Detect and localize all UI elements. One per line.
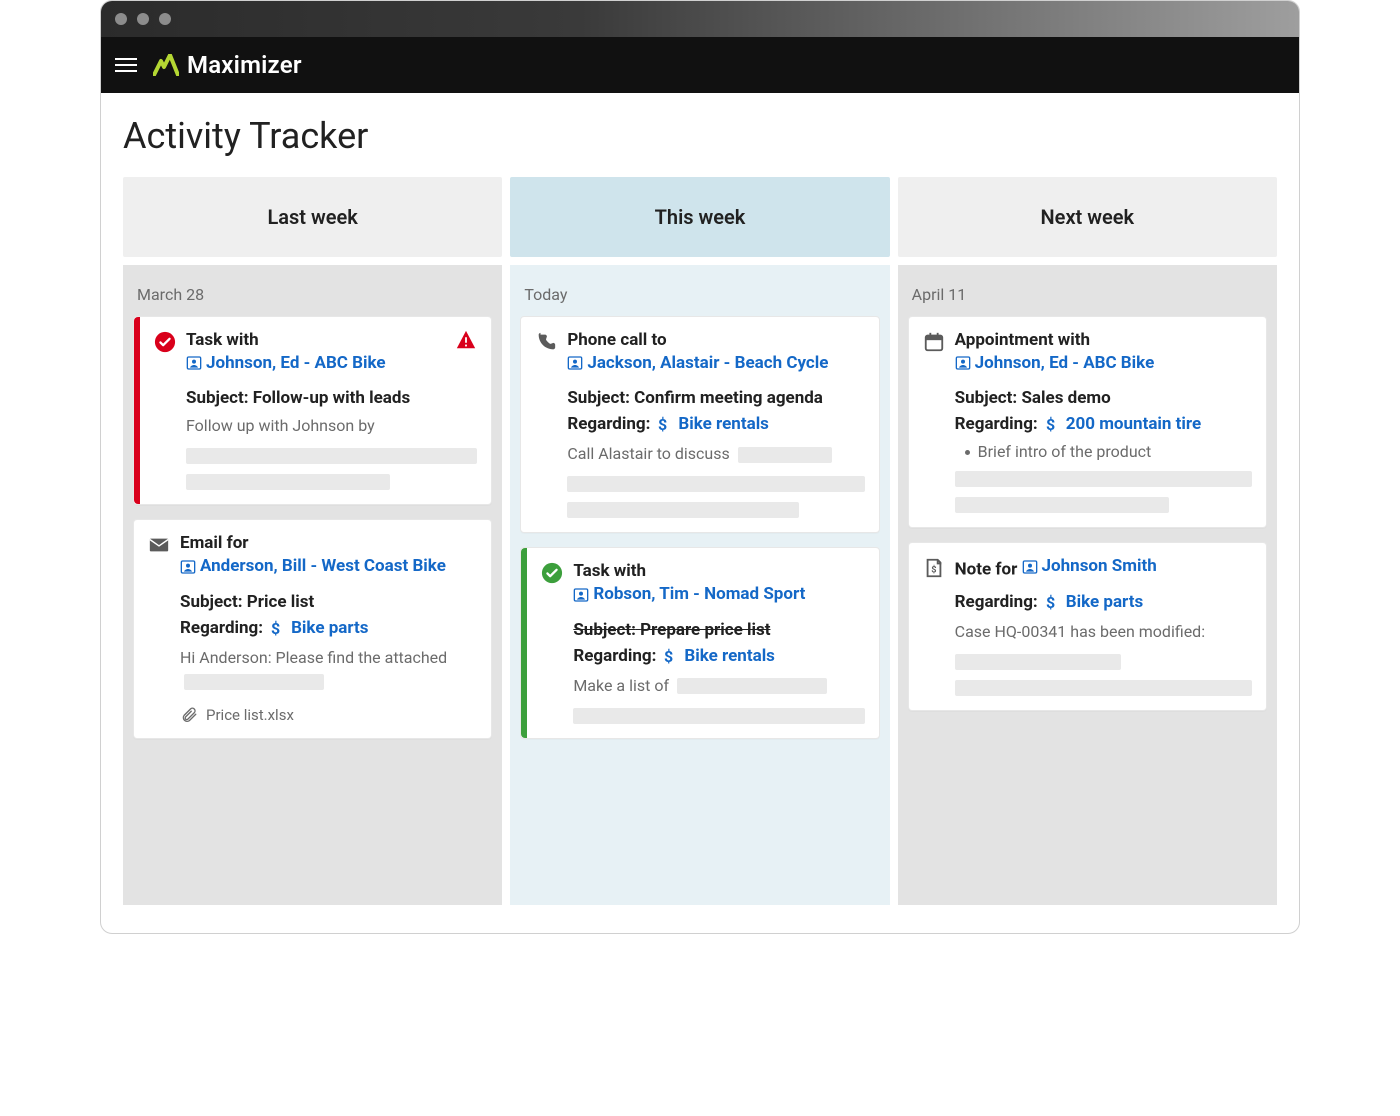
redacted-placeholder	[677, 678, 827, 694]
card-regarding: Regarding: $ Bike parts	[955, 592, 1252, 612]
dollar-icon: $	[1044, 415, 1060, 433]
redacted-lines	[955, 471, 1252, 513]
card-prefix: Phone call to	[567, 330, 666, 350]
card-bullet: Brief intro of the product	[965, 442, 1252, 461]
svg-text:$: $	[1046, 415, 1055, 433]
card-regarding: Regarding: $ Bike rentals	[567, 414, 864, 434]
column-date: March 28	[133, 275, 492, 316]
redacted-lines	[186, 448, 477, 490]
page-body: Activity Tracker Last week This week Nex…	[101, 93, 1299, 933]
calendar-icon	[923, 331, 945, 353]
regarding-link[interactable]: Bike parts	[291, 618, 368, 638]
column-header-last-week[interactable]: Last week	[123, 177, 502, 257]
column-header-next-week[interactable]: Next week	[898, 177, 1277, 257]
attachment-name: Price list.xlsx	[206, 706, 294, 724]
column-this-week: Today Phone call to Jackson, Alastair - …	[510, 265, 889, 905]
regarding-link[interactable]: Bike rentals	[684, 646, 775, 666]
app-window: Maximizer Activity Tracker Last week Thi…	[100, 0, 1300, 934]
card-prefix: Note for	[955, 560, 1018, 580]
card-title: Appointment with Johnson, Ed - ABC Bike	[955, 329, 1252, 378]
column-date: April 11	[908, 275, 1267, 316]
dollar-icon: $	[656, 415, 672, 433]
regarding-link[interactable]: Bike parts	[1066, 592, 1143, 612]
card-prefix: Email for	[180, 533, 249, 553]
window-control-close[interactable]	[115, 13, 127, 25]
page-title: Activity Tracker	[123, 115, 1277, 157]
paperclip-icon	[180, 706, 198, 724]
svg-text:$: $	[658, 415, 667, 433]
redacted-placeholder	[738, 447, 832, 463]
redacted-lines	[955, 654, 1252, 696]
card-prefix: Task with	[186, 330, 259, 350]
contact-link[interactable]: Johnson Smith	[1022, 555, 1157, 578]
phone-icon	[535, 331, 557, 353]
svg-text:$: $	[1046, 593, 1055, 611]
dollar-icon: $	[1044, 593, 1060, 611]
column-header-this-week[interactable]: This week	[510, 177, 889, 257]
card-title: Task with Robson, Tim - Nomad Sport	[573, 560, 864, 609]
column-last-week: March 28 Task with Johnson, Ed - ABC Bik…	[123, 265, 502, 905]
task-complete-icon	[541, 562, 563, 584]
card-body-text: Hi Anderson: Please find the attached	[180, 646, 477, 694]
column-date: Today	[520, 275, 879, 316]
svg-text:$: $	[664, 647, 673, 665]
card-regarding: Regarding: $ 200 mountain tire	[955, 414, 1252, 434]
card-accent	[134, 317, 140, 504]
regarding-link[interactable]: 200 mountain tire	[1066, 414, 1201, 434]
card-body-text: Call Alastair to discuss	[567, 442, 864, 466]
contact-link[interactable]: Johnson, Ed - ABC Bike	[186, 352, 386, 375]
card-accent	[521, 548, 527, 737]
redacted-lines	[567, 476, 864, 518]
card-subject: Subject: Price list	[180, 592, 477, 612]
card-prefix: Task with	[573, 561, 646, 581]
regarding-link[interactable]: Bike rentals	[678, 414, 769, 434]
activity-card[interactable]: Task with Johnson, Ed - ABC Bike Subject…	[133, 316, 492, 505]
columns-container: March 28 Task with Johnson, Ed - ABC Bik…	[123, 265, 1277, 905]
redacted-lines	[573, 708, 864, 724]
card-body-text: Follow up with Johnson by	[186, 414, 477, 438]
window-control-minimize[interactable]	[137, 13, 149, 25]
card-body-text: Case HQ-00341 has been modified:	[955, 620, 1252, 644]
task-complete-icon	[154, 331, 176, 353]
contact-link[interactable]: Robson, Tim - Nomad Sport	[573, 583, 805, 606]
card-subject: Subject: Prepare price list	[573, 620, 864, 640]
column-next-week: April 11 Appointment with Johnson, Ed - …	[898, 265, 1277, 905]
column-headers-row: Last week This week Next week	[123, 177, 1277, 257]
contact-link[interactable]: Johnson, Ed - ABC Bike	[955, 352, 1155, 375]
card-title: Task with Johnson, Ed - ABC Bike	[186, 329, 445, 378]
brand-logo-icon	[153, 54, 179, 76]
svg-text:$: $	[931, 565, 936, 576]
card-subject: Subject: Sales demo	[955, 388, 1252, 408]
brand: Maximizer	[153, 51, 302, 79]
activity-card[interactable]: $ Note for Johnson Smith Regarding: $	[908, 542, 1267, 710]
alert-icon	[455, 329, 477, 351]
activity-card[interactable]: Task with Robson, Tim - Nomad Sport Subj…	[520, 547, 879, 738]
card-regarding: Regarding: $ Bike parts	[180, 618, 477, 638]
note-icon: $	[923, 557, 945, 579]
svg-text:$: $	[271, 619, 280, 637]
window-control-zoom[interactable]	[159, 13, 171, 25]
activity-card[interactable]: Phone call to Jackson, Alastair - Beach …	[520, 316, 879, 533]
attachment-row[interactable]: Price list.xlsx	[180, 706, 477, 724]
card-subject: Subject: Follow-up with leads	[186, 388, 477, 408]
app-header: Maximizer	[101, 37, 1299, 93]
brand-name: Maximizer	[187, 51, 302, 79]
card-body-text: Make a list of	[573, 674, 864, 698]
contact-link[interactable]: Jackson, Alastair - Beach Cycle	[567, 352, 828, 375]
menu-icon[interactable]	[115, 58, 137, 72]
card-prefix: Appointment with	[955, 330, 1090, 350]
card-title: Note for Johnson Smith	[955, 555, 1252, 581]
window-titlebar	[101, 1, 1299, 37]
activity-card[interactable]: Email for Anderson, Bill - West Coast Bi…	[133, 519, 492, 738]
card-title: Phone call to Jackson, Alastair - Beach …	[567, 329, 864, 378]
card-subject: Subject: Confirm meeting agenda	[567, 388, 864, 408]
card-regarding: Regarding: $ Bike rentals	[573, 646, 864, 666]
dollar-icon: $	[662, 647, 678, 665]
activity-card[interactable]: Appointment with Johnson, Ed - ABC Bike …	[908, 316, 1267, 528]
email-icon	[148, 534, 170, 556]
redacted-placeholder	[184, 674, 324, 690]
card-title: Email for Anderson, Bill - West Coast Bi…	[180, 532, 477, 581]
contact-link[interactable]: Anderson, Bill - West Coast Bike	[180, 555, 446, 578]
dollar-icon: $	[269, 619, 285, 637]
